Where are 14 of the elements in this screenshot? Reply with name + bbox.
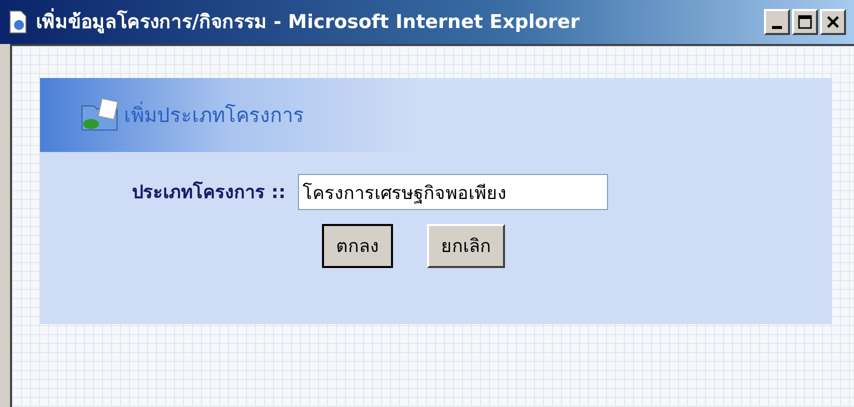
page-icon: [8, 10, 28, 34]
form-button[interactable]: ยกเลิก: [427, 224, 505, 268]
form-button[interactable]: ตกลง: [322, 224, 393, 268]
panel-heading: เพิ่มประเภทโครงการ: [124, 100, 304, 129]
window-title: เพิ่มข้อมูลโครงการ/กิจกรรม - Microsoft Internet Explorer: [36, 8, 580, 36]
close-icon: [826, 15, 840, 29]
minimize-button[interactable]: [764, 9, 790, 35]
minimize-icon: [772, 26, 782, 28]
maximize-icon: [798, 15, 812, 29]
folder-icon: [80, 98, 120, 132]
field-label: ประเภทโครงการ ::: [132, 180, 286, 204]
close-button[interactable]: [820, 9, 846, 35]
maximize-button[interactable]: [792, 9, 818, 35]
project-type-field[interactable]: โครงการเศรษฐกิจพอเพียง: [298, 174, 608, 210]
